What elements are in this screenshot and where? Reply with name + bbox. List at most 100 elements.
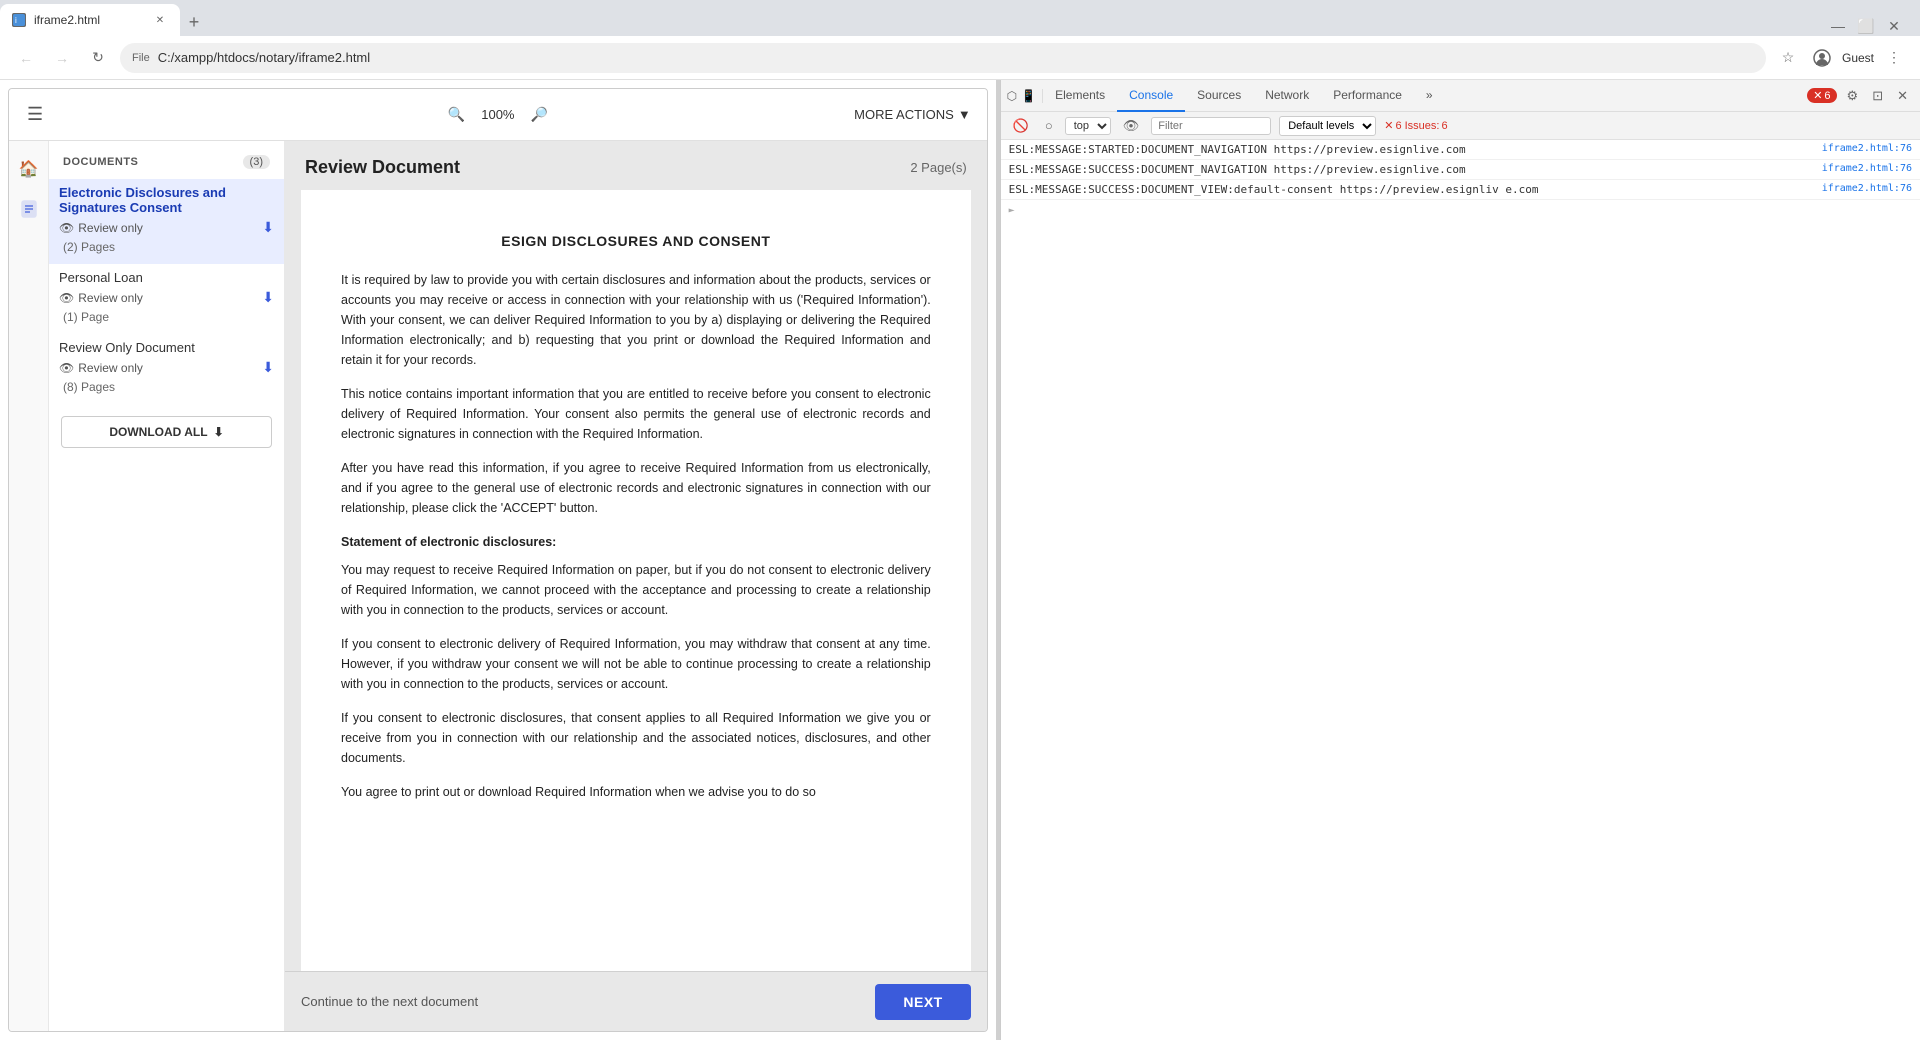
context-select[interactable]: top [1065, 117, 1111, 135]
doc-item-title-3: Review Only Document [59, 340, 274, 355]
navigation-bar: ← → ↻ File C:/xampp/htdocs/notary/iframe… [0, 36, 1920, 80]
devtools-sub-toolbar: 🚫 ○ top 👁 Default levels ✕ 6 Issues: 6 [1001, 112, 1920, 140]
toolbar-right: MORE ACTIONS ▼ [854, 107, 971, 122]
devtools-close-icon[interactable]: ✕ [1893, 84, 1912, 108]
doc-pages-3: (8) Pages [59, 378, 274, 398]
device-icon[interactable]: 📱 [1021, 89, 1036, 103]
issues-count: ✕ 6 Issues: 6 [1384, 119, 1447, 132]
next-button[interactable]: NEXT [875, 984, 970, 1020]
inspect-icon[interactable]: ⬡ [1007, 89, 1017, 103]
bookmark-icon[interactable]: ☆ [1774, 44, 1802, 72]
console-message-2: ESL:MESSAGE:SUCCESS:DOCUMENT_NAVIGATION … [1001, 160, 1920, 180]
documents-header: DOCUMENTS (3) [49, 141, 284, 179]
app-toolbar: ☰ 🔍 100% 🔎 MORE ACTIONS ▼ [9, 89, 987, 141]
download-all-icon: ⬇ [214, 425, 224, 439]
tab-elements[interactable]: Elements [1043, 80, 1117, 112]
doc-para-3: After you have read this information, if… [341, 458, 931, 518]
expand-arrow[interactable]: ► [1009, 205, 1015, 216]
focus-icon[interactable]: ⊡ [1868, 84, 1887, 108]
browser-tab[interactable]: i iframe2.html ✕ [0, 4, 180, 36]
tab-more[interactable]: » [1414, 80, 1445, 112]
tab-close-button[interactable]: ✕ [152, 12, 168, 28]
doc-pages-count: 2 Page(s) [910, 160, 966, 175]
doc-section-title: Statement of electronic disclosures: [341, 532, 931, 552]
reload-button[interactable]: ↻ [84, 44, 112, 72]
preserve-log-icon[interactable]: ○ [1041, 114, 1057, 137]
download-icon-2[interactable]: ⬇ [262, 289, 274, 306]
toolbar-left: ☰ [21, 98, 49, 131]
doc-review-row-1: 👁 Review only ⬇ [59, 219, 274, 236]
issues-error-icon: ✕ [1384, 119, 1393, 132]
tab-performance[interactable]: Performance [1321, 80, 1414, 112]
doc-para-1: It is required by law to provide you wit… [341, 270, 931, 370]
error-badge: ✕ 6 [1807, 88, 1836, 103]
file-label: File [132, 52, 150, 64]
documents-label: DOCUMENTS [63, 156, 138, 168]
doc-para-8: You agree to print out or download Requi… [341, 782, 931, 802]
settings-icon[interactable]: ⚙ [1843, 84, 1863, 108]
window-controls: — ⬜ ✕ [1816, 16, 1920, 36]
download-all-button[interactable]: DOWNLOAD ALL ⬇ [61, 416, 272, 448]
doc-viewer-header: Review Document 2 Page(s) [285, 141, 987, 190]
clear-console-icon[interactable]: 🚫 [1009, 114, 1033, 138]
menu-icon[interactable]: ⋮ [1880, 44, 1908, 72]
close-button[interactable]: ✕ [1884, 16, 1904, 36]
download-icon-1[interactable]: ⬇ [262, 219, 274, 236]
devtools-panel: ⬡ 📱 Elements Console Sources Network Per… [1000, 80, 1920, 1040]
app-content: 🏠 DOCUMENTS (3) [9, 141, 987, 1031]
doc-review-row-2: 👁 Review only ⬇ [59, 289, 274, 306]
console-msg-source-3[interactable]: iframe2.html:76 [1822, 183, 1912, 194]
doc-viewer-title: Review Document [305, 157, 460, 178]
svg-text:i: i [15, 16, 17, 25]
document-item-1[interactable]: Electronic Disclosures and Signatures Co… [49, 179, 284, 264]
eye-icon-1: 👁 [59, 221, 74, 235]
user-label: Guest [1842, 51, 1874, 65]
level-select[interactable]: Default levels [1279, 116, 1376, 136]
doc-footer: Continue to the next document NEXT [285, 971, 987, 1031]
zoom-out-icon[interactable]: 🔍 [448, 106, 465, 123]
sidebar-panel: DOCUMENTS (3) Electronic Disclosures and… [49, 141, 285, 1031]
console-msg-source-2[interactable]: iframe2.html:76 [1822, 163, 1912, 174]
doc-pages-1: (2) Pages [59, 238, 274, 258]
document-icon[interactable] [13, 193, 45, 225]
app-area: ☰ 🔍 100% 🔎 MORE ACTIONS ▼ [8, 88, 988, 1032]
doc-para-6: If you consent to electronic delivery of… [341, 634, 931, 694]
document-item-3[interactable]: Review Only Document 👁 Review only ⬇ (8)… [49, 334, 284, 404]
continue-text: Continue to the next document [301, 994, 478, 1009]
devtools-toolbar: ⬡ 📱 Elements Console Sources Network Per… [1001, 80, 1920, 112]
hamburger-menu[interactable]: ☰ [21, 98, 49, 131]
new-tab-button[interactable]: + [180, 8, 208, 36]
filter-input[interactable] [1151, 117, 1271, 135]
console-msg-text-1: ESL:MESSAGE:STARTED:DOCUMENT_NAVIGATION … [1009, 143, 1814, 156]
eye-icon-3: 👁 [59, 361, 74, 375]
profile-icon[interactable] [1808, 44, 1836, 72]
more-actions-button[interactable]: MORE ACTIONS ▼ [854, 107, 971, 122]
tab-console[interactable]: Console [1117, 80, 1185, 112]
doc-review-row-3: 👁 Review only ⬇ [59, 359, 274, 376]
doc-content: ESIGN DISCLOSURES AND CONSENT It is requ… [301, 190, 971, 971]
home-icon[interactable]: 🏠 [13, 153, 45, 185]
tab-bar: i iframe2.html ✕ + — ⬜ ✕ [0, 0, 1920, 36]
address-bar[interactable]: File C:/xampp/htdocs/notary/iframe2.html [120, 43, 1766, 73]
doc-item-title-2: Personal Loan [59, 270, 274, 285]
tab-title: iframe2.html [34, 13, 144, 27]
zoom-in-icon[interactable]: 🔎 [530, 106, 547, 123]
eye-filter-icon[interactable]: 👁 [1119, 114, 1144, 138]
doc-item-title-1: Electronic Disclosures and Signatures Co… [59, 185, 274, 215]
console-message-3: ESL:MESSAGE:SUCCESS:DOCUMENT_VIEW:defaul… [1001, 180, 1920, 200]
tab-network[interactable]: Network [1253, 80, 1321, 112]
back-button[interactable]: ← [12, 44, 40, 72]
doc-para-5: You may request to receive Required Info… [341, 560, 931, 620]
tab-favicon: i [12, 13, 26, 27]
console-message-1: ESL:MESSAGE:STARTED:DOCUMENT_NAVIGATION … [1001, 140, 1920, 160]
download-icon-3[interactable]: ⬇ [262, 359, 274, 376]
maximize-button[interactable]: ⬜ [1856, 16, 1876, 36]
doc-para-7: If you consent to electronic disclosures… [341, 708, 931, 768]
doc-pages-2: (1) Page [59, 308, 274, 328]
console-msg-source-1[interactable]: iframe2.html:76 [1822, 143, 1912, 154]
tab-sources[interactable]: Sources [1185, 80, 1253, 112]
document-item-2[interactable]: Personal Loan 👁 Review only ⬇ (1) Page [49, 264, 284, 334]
minimize-button[interactable]: — [1828, 16, 1848, 36]
forward-button[interactable]: → [48, 44, 76, 72]
zoom-level: 100% [481, 107, 514, 122]
